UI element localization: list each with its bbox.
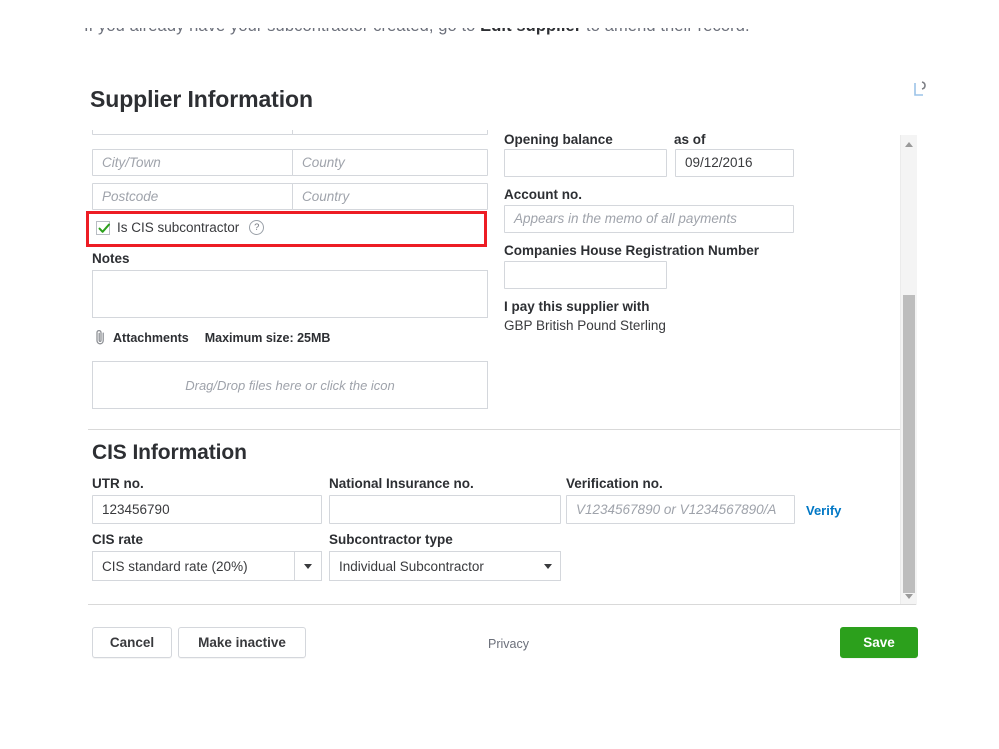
intro-instruction-text: If you already have your subcontractor c… — [84, 28, 750, 37]
intro-instruction-clipped: If you already have your subcontractor c… — [84, 28, 914, 50]
page-title: Supplier Information — [90, 86, 313, 113]
scrollbar-thumb[interactable] — [903, 295, 915, 593]
scrollbar-up-arrow[interactable] — [901, 137, 917, 151]
as-of-date-input[interactable]: 09/12/2016 — [675, 149, 794, 177]
county-input[interactable]: County — [292, 149, 488, 176]
footer-divider — [88, 604, 916, 605]
notes-label: Notes — [92, 251, 130, 266]
privacy-link[interactable]: Privacy — [488, 637, 529, 651]
as-of-label: as of — [674, 132, 706, 147]
opening-balance-input[interactable] — [504, 149, 667, 177]
utr-no-input[interactable]: 123456790 — [92, 495, 322, 524]
account-no-label: Account no. — [504, 187, 582, 202]
question-mark-help-icon[interactable]: ? — [249, 220, 264, 235]
postcode-input[interactable]: Postcode — [92, 183, 293, 210]
intro-edit-supplier-emphasis: Edit supplier — [480, 28, 581, 35]
notes-textarea[interactable] — [92, 270, 488, 318]
save-button[interactable]: Save — [840, 627, 918, 658]
verification-no-label: Verification no. — [566, 476, 663, 491]
attachments-max-size: Maximum size: 25MB — [205, 331, 331, 345]
cis-rate-label: CIS rate — [92, 532, 143, 547]
verify-link[interactable]: Verify — [806, 503, 841, 518]
paperclip-icon-svg — [94, 329, 107, 346]
cis-rate-value: CIS standard rate (20%) — [93, 559, 294, 574]
check-icon — [98, 222, 111, 235]
cis-rate-dropdown[interactable]: CIS standard rate (20%) — [92, 551, 322, 581]
subcontractor-type-dropdown[interactable]: Individual Subcontractor — [329, 551, 561, 581]
address-line-field-clipped[interactable] — [92, 130, 293, 135]
national-insurance-no-input[interactable] — [329, 495, 561, 524]
cis-information-heading: CIS Information — [92, 441, 247, 465]
scrollbar-down-arrow[interactable] — [901, 589, 917, 603]
companies-house-input[interactable] — [504, 261, 667, 289]
pay-with-label: I pay this supplier with — [504, 299, 650, 314]
national-insurance-no-label: National Insurance no. — [329, 476, 474, 491]
chevron-down-icon-2[interactable] — [536, 552, 560, 580]
pay-with-value: GBP British Pound Sterling — [504, 318, 666, 333]
subcontractor-type-value: Individual Subcontractor — [330, 559, 536, 574]
account-no-input[interactable]: Appears in the memo of all payments — [504, 205, 794, 233]
section-divider-cis — [88, 429, 900, 430]
intro-text-after: to amend their record. — [581, 28, 749, 35]
subcontractor-type-label: Subcontractor type — [329, 532, 453, 547]
cis-subcontractor-checkbox-label: Is CIS subcontractor — [117, 220, 239, 235]
city-town-input[interactable]: City/Town — [92, 149, 293, 176]
form-scrollbar[interactable] — [900, 135, 917, 605]
address-line-2-field-clipped[interactable] — [292, 130, 488, 135]
attachment-dropzone[interactable]: Drag/Drop files here or click the icon — [92, 361, 488, 409]
opening-balance-label: Opening balance — [504, 132, 613, 147]
cancel-button[interactable]: Cancel — [92, 627, 172, 658]
pencil-edit-icon-svg — [913, 80, 929, 100]
pencil-edit-icon[interactable] — [913, 80, 929, 100]
cis-subcontractor-checkbox-row[interactable]: Is CIS subcontractor ? — [96, 220, 264, 235]
utr-no-label: UTR no. — [92, 476, 144, 491]
verification-no-input[interactable]: V1234567890 or V1234567890/A — [566, 495, 795, 524]
companies-house-label: Companies House Registration Number — [504, 243, 759, 258]
cis-subcontractor-checkbox[interactable] — [96, 221, 110, 235]
chevron-down-icon[interactable] — [294, 552, 321, 580]
paperclip-icon — [94, 329, 107, 346]
attachments-label: Attachments — [113, 331, 189, 345]
attachments-row: Attachments Maximum size: 25MB — [94, 329, 330, 346]
country-input[interactable]: Country — [292, 183, 488, 210]
intro-text-before: If you already have your subcontractor c… — [84, 28, 480, 35]
make-inactive-button[interactable]: Make inactive — [178, 627, 306, 658]
